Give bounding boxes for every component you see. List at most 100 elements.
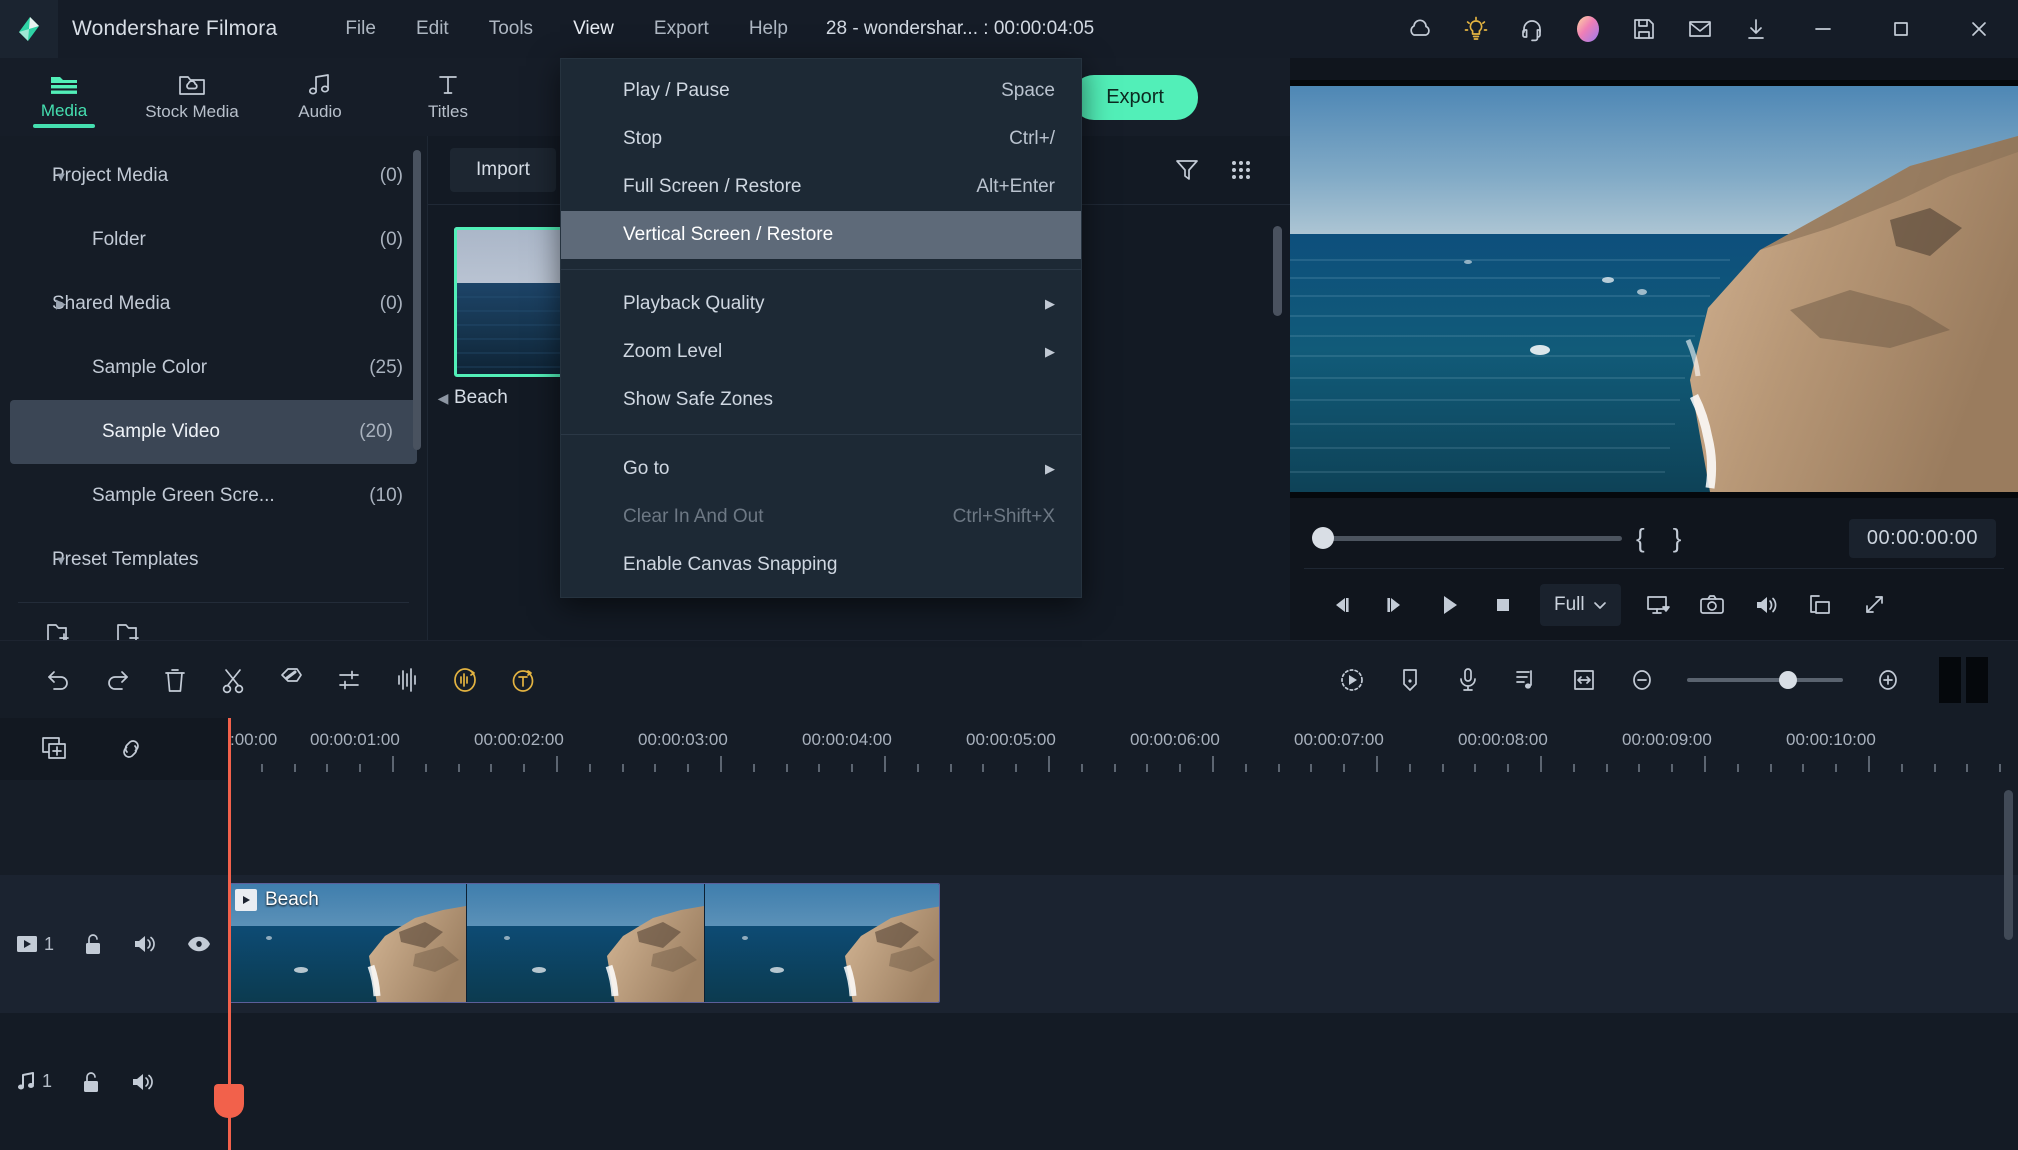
filter-icon[interactable] <box>1160 148 1214 192</box>
avatar[interactable] <box>1560 0 1616 58</box>
ruler-tick-minor <box>1835 764 1837 772</box>
tab-stock-media[interactable]: Stock Media <box>128 58 256 136</box>
mute-toggle-icon[interactable] <box>130 1070 156 1094</box>
playhead[interactable] <box>228 718 231 1150</box>
export-button[interactable]: Export <box>1072 75 1198 120</box>
menu-edit[interactable]: Edit <box>396 0 469 58</box>
ruler-tick-minor <box>589 764 591 772</box>
tab-audio[interactable]: Audio <box>256 58 384 136</box>
grid-view-icon[interactable] <box>1214 148 1268 192</box>
preview-player: { } 00:00:00:00 Full <box>1290 58 2018 640</box>
redo-icon[interactable] <box>88 651 146 709</box>
ruler-tick-minor <box>1081 764 1083 772</box>
display-settings-icon[interactable] <box>1633 580 1683 630</box>
menu-item-show-safe-zones[interactable]: Show Safe Zones <box>561 376 1081 424</box>
delete-icon[interactable] <box>146 651 204 709</box>
lightbulb-icon[interactable] <box>1448 0 1504 58</box>
menu-export[interactable]: Export <box>634 0 729 58</box>
menu-item-playback-quality[interactable]: Playback Quality ▶ <box>561 280 1081 328</box>
mark-out-button[interactable]: } <box>1659 523 1696 554</box>
undo-icon[interactable] <box>30 651 88 709</box>
zoom-out-icon[interactable] <box>1613 651 1671 709</box>
auto-text-icon[interactable] <box>494 651 552 709</box>
marker-icon[interactable] <box>1381 651 1439 709</box>
mark-in-button[interactable]: { <box>1622 523 1659 554</box>
preview-progress-handle[interactable] <box>1312 527 1334 549</box>
panel-collapse-icon[interactable]: ◀ <box>434 378 452 418</box>
menu-item-enable-canvas-snapping[interactable]: Enable Canvas Snapping <box>561 541 1081 589</box>
timeline-zoom-slider[interactable] <box>1687 678 1843 682</box>
menu-item-full-screen-restore[interactable]: Full Screen / Restore Alt+Enter <box>561 163 1081 211</box>
split-scissors-icon[interactable] <box>204 651 262 709</box>
previous-frame-button[interactable] <box>1316 580 1366 630</box>
mail-icon[interactable] <box>1672 0 1728 58</box>
import-button[interactable]: Import <box>450 148 556 192</box>
video-canvas[interactable] <box>1290 80 2018 498</box>
unlock-icon[interactable] <box>80 1070 102 1094</box>
tab-titles[interactable]: Titles <box>384 58 512 136</box>
project-title: 28 - wondershar... : 00:00:04:05 <box>826 18 1094 40</box>
sidebar-item-shared-media[interactable]: ▶ Shared Media (0) <box>0 272 427 336</box>
next-frame-button[interactable] <box>1370 580 1420 630</box>
sidebar-item-sample-video[interactable]: Sample Video (20) <box>10 400 417 464</box>
minimize-button[interactable] <box>1784 0 1862 58</box>
preview-progress-slider[interactable] <box>1322 536 1622 541</box>
timeline-zoom-handle[interactable] <box>1779 671 1797 689</box>
menu-item-play-pause[interactable]: Play / Pause Space <box>561 67 1081 115</box>
audio-mixer-icon[interactable] <box>1497 651 1555 709</box>
preview-timecode[interactable]: 00:00:00:00 <box>1849 519 1996 558</box>
eye-visibility-icon[interactable] <box>186 933 212 955</box>
volume-icon[interactable] <box>1741 580 1791 630</box>
mute-toggle-icon[interactable] <box>132 932 158 956</box>
pip-icon[interactable] <box>1795 580 1845 630</box>
text-t-icon <box>435 73 461 97</box>
menu-item-go-to[interactable]: Go to ▶ <box>561 445 1081 493</box>
audio-track[interactable]: 1 <box>0 1013 2018 1150</box>
menu-item-zoom-level[interactable]: Zoom Level ▶ <box>561 328 1081 376</box>
save-icon[interactable] <box>1616 0 1672 58</box>
fit-timeline-icon[interactable] <box>1555 651 1613 709</box>
timeline-scrollbar[interactable] <box>2004 790 2013 940</box>
sidebar-scrollbar[interactable] <box>413 150 421 450</box>
menu-view[interactable]: View <box>553 0 634 58</box>
video-track[interactable]: 1 <box>0 875 2018 1013</box>
sidebar-item-preset-templates[interactable]: ▼ Preset Templates <box>0 528 427 592</box>
unlock-icon[interactable] <box>82 932 104 956</box>
close-button[interactable] <box>1940 0 2018 58</box>
ruler-tick-minor <box>1245 764 1247 772</box>
sidebar-item-sample-color[interactable]: Sample Color (25) <box>0 336 427 400</box>
menu-file[interactable]: File <box>325 0 396 58</box>
play-button[interactable] <box>1424 580 1474 630</box>
maximize-button[interactable] <box>1862 0 1940 58</box>
render-preview-icon[interactable] <box>1323 651 1381 709</box>
cloud-icon[interactable] <box>1392 0 1448 58</box>
timeline-ruler[interactable]: :00:00 00:00:01:00 00:00:02:00 00:00:03:… <box>228 718 2018 780</box>
playback-quality-select[interactable]: Full <box>1540 584 1621 626</box>
fullscreen-icon[interactable] <box>1849 580 1899 630</box>
snapshot-camera-icon[interactable] <box>1687 580 1737 630</box>
sidebar-item-sample-green-screen[interactable]: Sample Green Scre... (10) <box>0 464 427 528</box>
add-track-icon[interactable] <box>40 735 70 763</box>
timeline-clip-beach[interactable]: Beach <box>228 883 940 1003</box>
playhead-handle[interactable] <box>214 1084 244 1118</box>
menu-item-stop[interactable]: Stop Ctrl+/ <box>561 115 1081 163</box>
marker-tag-icon[interactable] <box>262 651 320 709</box>
tab-media[interactable]: Media <box>0 58 128 136</box>
zoom-in-icon[interactable] <box>1859 651 1917 709</box>
stop-button[interactable] <box>1478 580 1528 630</box>
sidebar-item-count: (0) <box>380 229 403 251</box>
auto-beat-sync-icon[interactable] <box>436 651 494 709</box>
timeline-empty-area[interactable] <box>0 780 2018 875</box>
media-panel-scrollbar[interactable] <box>1273 226 1282 316</box>
sidebar-item-project-media[interactable]: ▼ Project Media (0) <box>0 144 427 208</box>
menu-tools[interactable]: Tools <box>469 0 553 58</box>
headset-icon[interactable] <box>1504 0 1560 58</box>
menu-help[interactable]: Help <box>729 0 808 58</box>
microphone-icon[interactable] <box>1439 651 1497 709</box>
adjust-sliders-icon[interactable] <box>320 651 378 709</box>
menu-item-vertical-screen-restore[interactable]: Vertical Screen / Restore <box>561 211 1081 259</box>
download-icon[interactable] <box>1728 0 1784 58</box>
audio-waveform-icon[interactable] <box>378 651 436 709</box>
sidebar-item-folder[interactable]: Folder (0) <box>0 208 427 272</box>
link-icon[interactable] <box>116 735 146 763</box>
